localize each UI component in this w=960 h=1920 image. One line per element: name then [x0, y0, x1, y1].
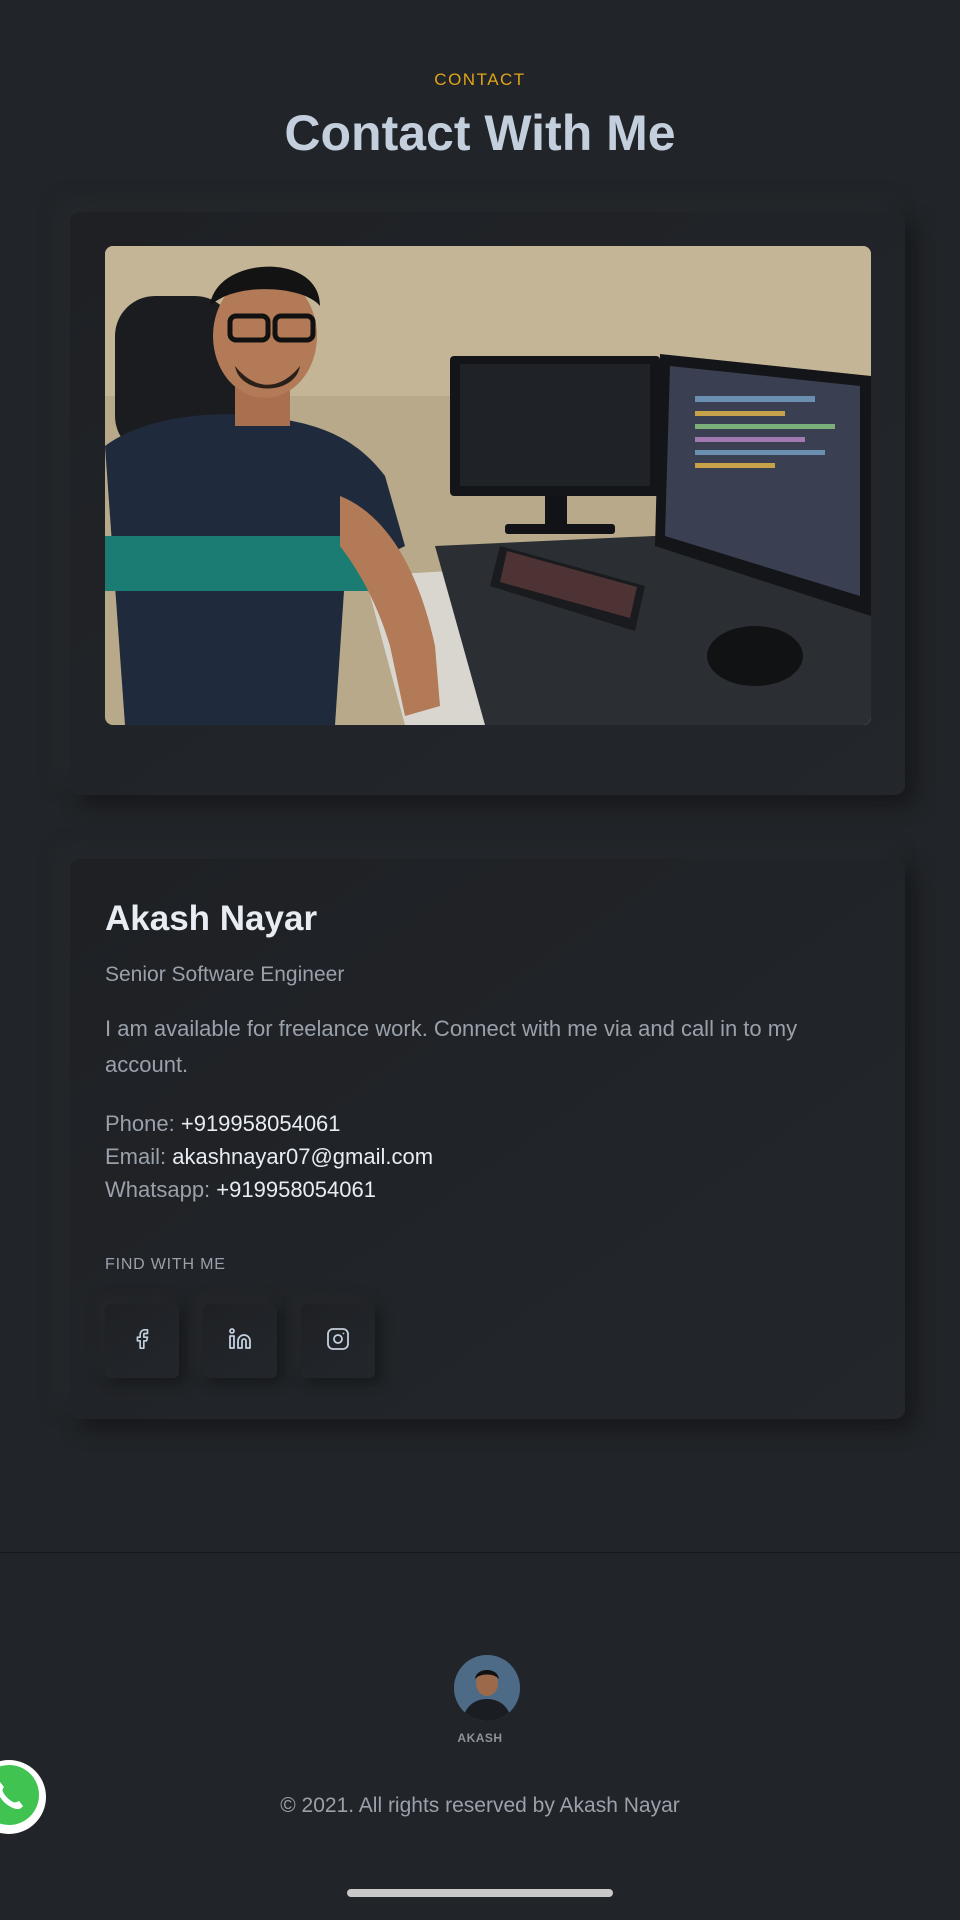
social-links [105, 1304, 865, 1378]
email-link[interactable]: akashnayar07@gmail.com [172, 1144, 433, 1169]
contact-card: Akash Nayar Senior Software Engineer I a… [70, 859, 905, 1419]
section-eyebrow: CONTACT [434, 70, 526, 89]
find-with-me-label: FIND WITH ME [105, 1256, 226, 1273]
phone-link[interactable]: +919958054061 [181, 1111, 341, 1136]
contact-description: I am available for freelance work. Conne… [105, 1016, 798, 1077]
phone-label: Phone: [105, 1111, 175, 1136]
phone-row: Phone: +919958054061 [105, 1107, 865, 1140]
copyright-text: © 2021. All rights reserved by Akash Nay… [280, 1794, 680, 1817]
whatsapp-link[interactable]: +919958054061 [216, 1177, 376, 1202]
section-header: CONTACT Contact With Me [0, 0, 960, 162]
email-label: Email: [105, 1144, 167, 1169]
whatsapp-row: Whatsapp: +919958054061 [105, 1173, 865, 1206]
contact-name: Akash Nayar [105, 899, 318, 938]
photo-card [70, 212, 905, 795]
footer-name: AKASH [457, 1731, 503, 1745]
linkedin-icon [228, 1327, 252, 1356]
page-title: Contact With Me [284, 105, 676, 161]
profile-photo [105, 246, 871, 725]
footer-divider [0, 1552, 960, 1553]
whatsapp-float-button[interactable] [0, 1760, 46, 1834]
home-indicator [347, 1889, 613, 1897]
whatsapp-label: Whatsapp: [105, 1177, 211, 1202]
linkedin-button[interactable] [203, 1304, 277, 1378]
facebook-button[interactable] [105, 1304, 179, 1378]
instagram-button[interactable] [301, 1304, 375, 1378]
whatsapp-icon [0, 1762, 42, 1833]
contact-role: Senior Software Engineer [105, 963, 345, 986]
email-row: Email: akashnayar07@gmail.com [105, 1140, 865, 1173]
instagram-icon [326, 1327, 350, 1356]
footer-avatar[interactable] [454, 1655, 520, 1721]
facebook-icon [131, 1328, 153, 1355]
